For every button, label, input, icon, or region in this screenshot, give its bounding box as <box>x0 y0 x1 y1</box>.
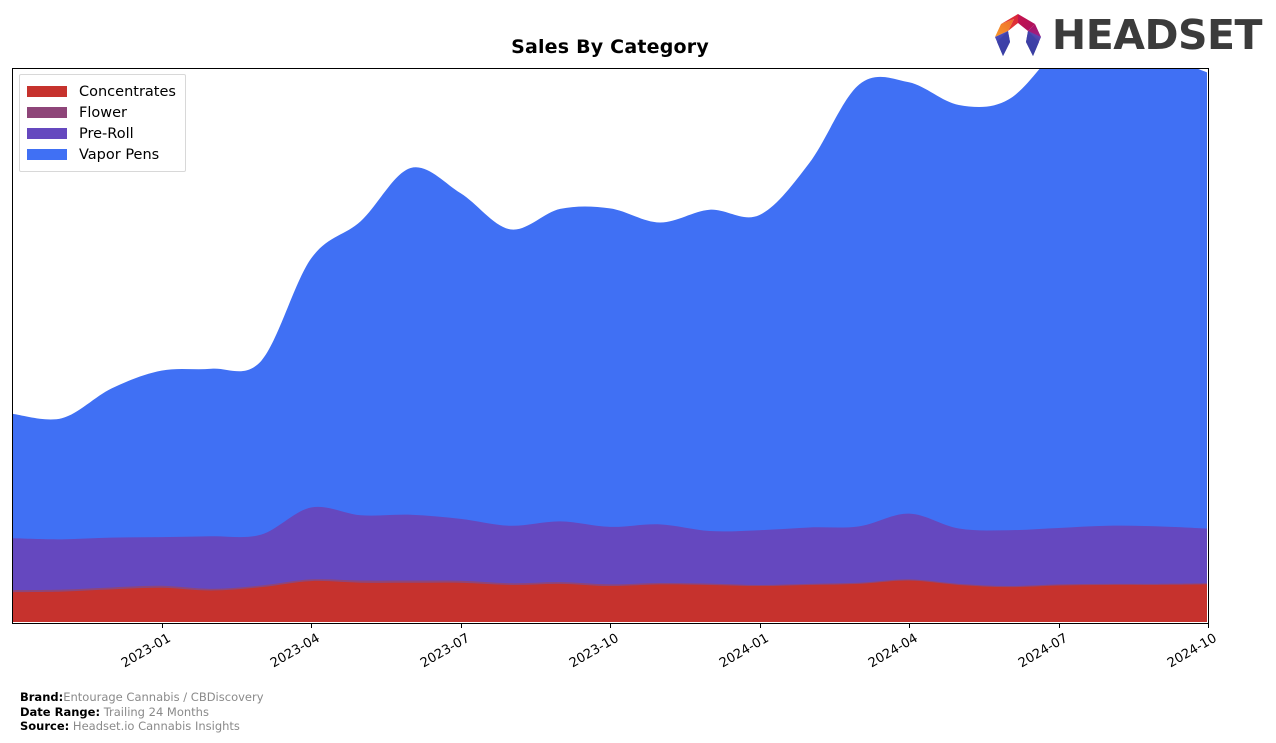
x-tick-mark <box>610 624 611 628</box>
x-tick-mark <box>1058 624 1060 628</box>
x-tick-mark <box>1208 624 1209 628</box>
footer-row: Source: Headset.io Cannabis Insights <box>20 719 264 734</box>
x-tick-label: 2024-04 <box>865 631 921 672</box>
legend-swatch <box>27 107 67 118</box>
x-tick-mark <box>460 624 462 628</box>
legend-swatch <box>27 128 67 139</box>
legend-label: Concentrates <box>79 83 176 100</box>
legend-swatch <box>27 149 67 160</box>
headset-mark-icon <box>994 14 1041 56</box>
chart-footer: Brand:Entourage Cannabis / CBDiscovery Da… <box>20 690 264 734</box>
headset-wordmark: HEADSET <box>1051 10 1263 59</box>
legend-item[interactable]: Concentrates <box>27 81 176 102</box>
chart-legend: Concentrates Flower Pre-Roll Vapor Pens <box>19 74 186 172</box>
x-tick-label: 2024-01 <box>716 631 771 672</box>
chart-plot-area: Concentrates Flower Pre-Roll Vapor Pens <box>12 68 1209 624</box>
footer-label: Date Range: <box>20 704 101 719</box>
legend-item[interactable]: Pre-Roll <box>27 123 176 144</box>
x-tick-mark <box>909 624 910 628</box>
footer-row: Date Range: Trailing 24 Months <box>20 705 264 720</box>
footer-value: Entourage Cannabis / CBDiscovery <box>63 690 264 704</box>
x-axis: 2023-01 2023-04 2023-07 2023-10 2024-01 2024-… <box>12 624 1220 694</box>
x-tick-label: 2023-04 <box>267 631 323 672</box>
legend-label: Pre-Roll <box>79 125 134 142</box>
x-tick-label: 2024-10 <box>1164 631 1220 672</box>
x-tick-label: 2023-07 <box>417 631 472 672</box>
x-tick-label: 2023-01 <box>118 631 173 672</box>
x-tick-label: 2024-07 <box>1015 631 1070 672</box>
x-tick-label: 2023-10 <box>566 631 622 672</box>
legend-label: Flower <box>79 104 127 121</box>
stacked-area-chart <box>13 69 1207 622</box>
legend-item[interactable]: Vapor Pens <box>27 144 176 165</box>
legend-item[interactable]: Flower <box>27 102 176 123</box>
footer-label: Brand: <box>20 690 64 704</box>
legend-label: Vapor Pens <box>79 146 160 163</box>
footer-value: Headset.io Cannabis Insights <box>69 719 240 734</box>
footer-row: Brand:Entourage Cannabis / CBDiscovery <box>20 690 264 705</box>
footer-label: Source: <box>20 719 70 734</box>
x-tick-mark <box>161 624 163 628</box>
legend-swatch <box>27 86 67 97</box>
headset-logo: HEADSET <box>992 10 1263 60</box>
x-tick-mark <box>759 624 761 628</box>
x-tick-mark <box>311 624 312 628</box>
footer-value: Trailing 24 Months <box>100 704 209 719</box>
